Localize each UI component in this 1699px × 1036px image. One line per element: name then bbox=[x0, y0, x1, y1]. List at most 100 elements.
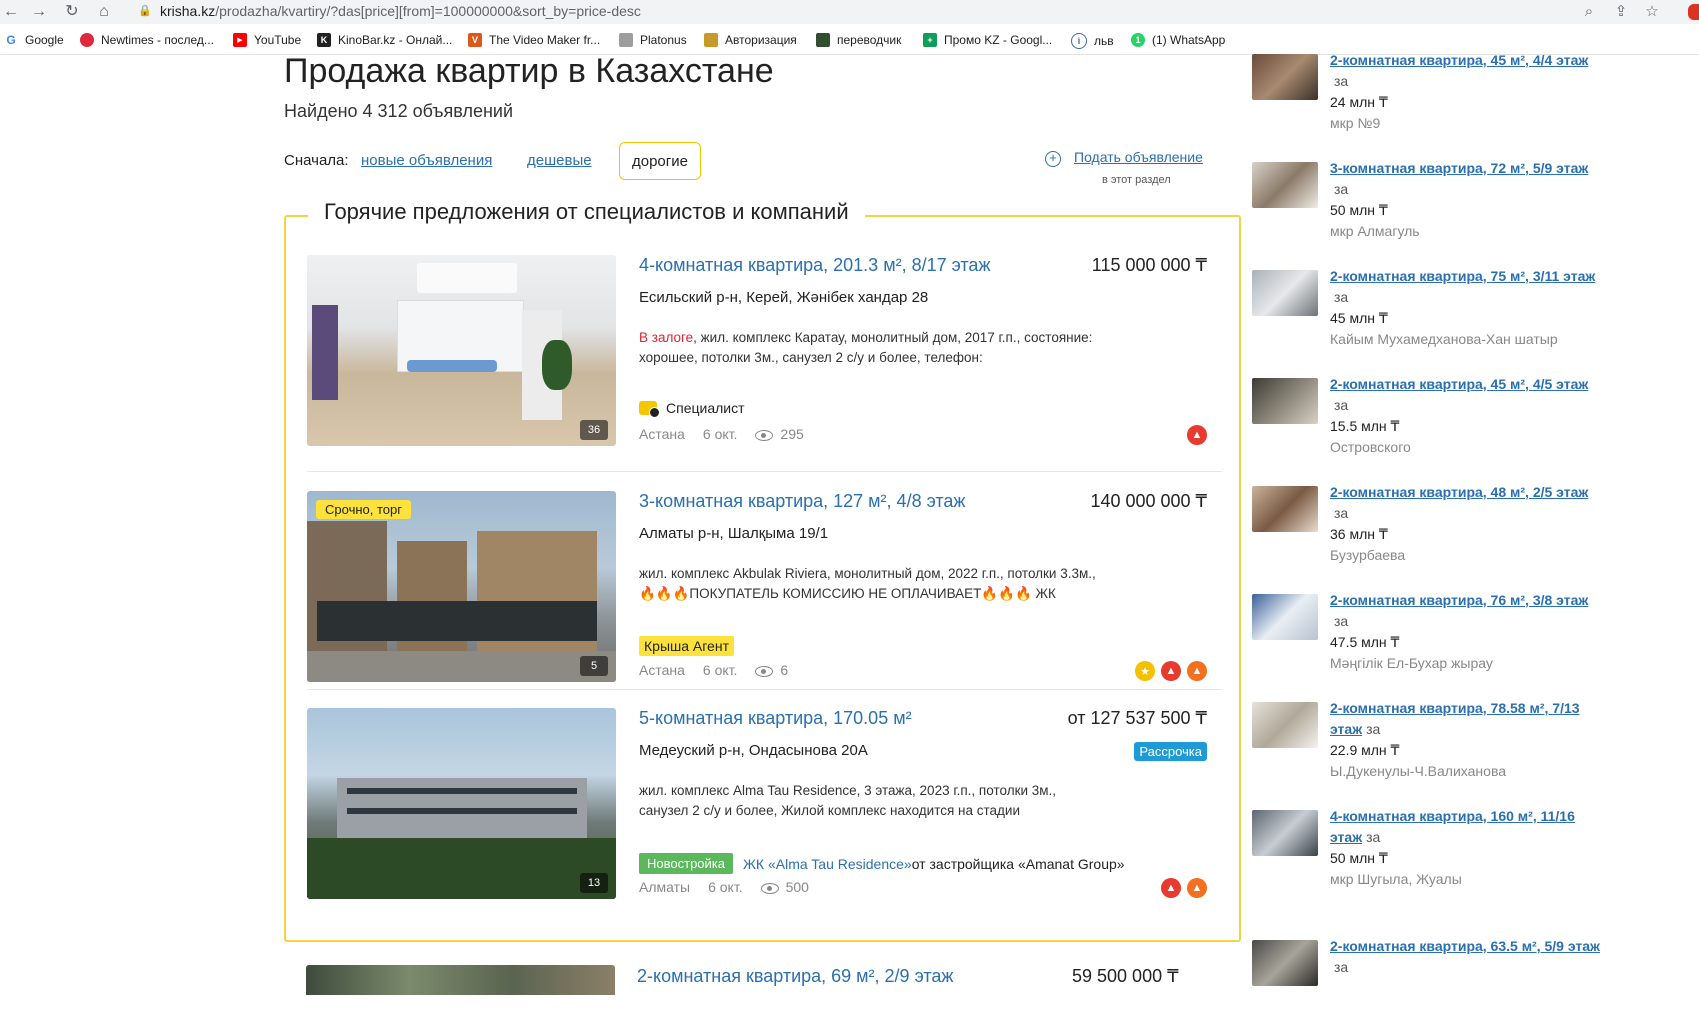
reload-icon[interactable]: ↻ bbox=[61, 1, 83, 23]
sidebar-location: Островского bbox=[1330, 439, 1411, 455]
listing-card[interactable]: 36 4-комнатная квартира, 201.3 м², 8/17 … bbox=[307, 255, 1222, 473]
sidebar-thumb[interactable] bbox=[1252, 594, 1318, 640]
sidebar-listing[interactable]: 2-комнатная квартира, 45 м², 4/4 этажза … bbox=[1252, 50, 1692, 150]
sidebar-location: мкр №9 bbox=[1330, 115, 1381, 131]
sheets-icon: + bbox=[923, 33, 937, 47]
sidebar-thumb[interactable] bbox=[1252, 810, 1318, 856]
sidebar-title[interactable]: 4-комнатная квартира, 160 м², 11/16 этаж… bbox=[1330, 806, 1600, 848]
sidebar-za: за bbox=[1334, 613, 1349, 629]
sidebar-title[interactable]: 2-комнатная квартира, 63.5 м², 5/9 этаж з… bbox=[1330, 936, 1600, 978]
bookmark-label: льв bbox=[1094, 34, 1114, 48]
listing-title[interactable]: 3-комнатная квартира, 127 м², 4/8 этаж bbox=[639, 491, 965, 512]
sort-expensive-active[interactable]: дорогие bbox=[619, 142, 701, 180]
sidebar-title[interactable]: 3-комнатная квартира, 72 м², 5/9 этаж за bbox=[1330, 158, 1600, 200]
hot-flame-icon: ▲ bbox=[1187, 425, 1207, 445]
sidebar-thumb[interactable] bbox=[1252, 486, 1318, 532]
sidebar-title[interactable]: 2-комнатная квартира, 45 м², 4/5 этаж за bbox=[1330, 374, 1600, 416]
new-building-badge: Новостройка bbox=[639, 853, 733, 874]
sidebar-thumb[interactable] bbox=[1252, 378, 1318, 424]
sidebar-za: за bbox=[1334, 289, 1349, 305]
similar-listings-sidebar: 2-комнатная квартира, 45 м², 4/4 этажза … bbox=[1252, 52, 1699, 986]
pledge-label: В залоге bbox=[639, 330, 694, 345]
sidebar-price: 22.9 млн ₸ bbox=[1330, 742, 1400, 758]
lv-icon: i bbox=[1071, 33, 1087, 49]
sidebar-listing[interactable]: 4-комнатная квартира, 160 м², 11/16 этаж… bbox=[1252, 806, 1692, 906]
complex-link[interactable]: ЖК «Alma Tau Residence» bbox=[743, 856, 912, 872]
sidebar-title[interactable]: 2-комнатная квартира, 75 м², 3/11 этаж за bbox=[1330, 266, 1600, 308]
eye-icon bbox=[755, 665, 774, 677]
post-ad-link[interactable]: Подать объявление bbox=[1074, 149, 1203, 165]
sidebar-listing[interactable]: 2-комнатная квартира, 78.58 м², 7/13 эта… bbox=[1252, 698, 1692, 798]
sidebar-listing[interactable]: 2-комнатная квартира, 45 м², 4/5 этажза … bbox=[1252, 374, 1692, 474]
listing-title[interactable]: 4-комнатная квартира, 201.3 м², 8/17 эта… bbox=[639, 255, 990, 276]
back-icon[interactable]: ← bbox=[0, 1, 22, 23]
sidebar-za: за bbox=[1366, 721, 1381, 737]
sidebar-title[interactable]: 2-комнатная квартира, 45 м², 4/4 этаж за bbox=[1330, 50, 1600, 92]
sidebar-title[interactable]: 2-комнатная квартира, 78.58 м², 7/13 эта… bbox=[1330, 698, 1600, 740]
listing-price: 59 500 000 ₸ bbox=[1072, 966, 1179, 986]
listing-card[interactable]: 13 5-комнатная квартира, 170.05 м² от 12… bbox=[307, 708, 1222, 926]
bookmark-videomaker[interactable]: V The Video Maker fr... bbox=[468, 33, 600, 47]
sidebar-title-text: 2-комнатная квартира, 63.5 м², 5/9 этаж bbox=[1330, 938, 1600, 954]
sidebar-title[interactable]: 2-комнатная квартира, 48 м², 2/5 этаж за bbox=[1330, 482, 1600, 524]
sidebar-location: мкр Алмагуль bbox=[1330, 223, 1420, 239]
installment-badge: Рассрочка bbox=[1134, 742, 1207, 761]
profile-icon[interactable] bbox=[1688, 4, 1699, 20]
sidebar-title[interactable]: 2-комнатная квартира, 76 м², 3/8 этаж за bbox=[1330, 590, 1600, 632]
bookmark-label: The Video Maker fr... bbox=[489, 33, 601, 47]
sidebar-listing[interactable]: 2-комнатная квартира, 63.5 м², 5/9 этаж з… bbox=[1252, 936, 1692, 1036]
sidebar-listing[interactable]: 2-комнатная квартира, 48 м², 2/5 этажза … bbox=[1252, 482, 1692, 582]
listing-date: 6 окт. bbox=[708, 879, 743, 895]
zoom-icon[interactable]: ⌕ bbox=[1578, 1, 1600, 23]
urgent-tag: Срочно, торг bbox=[316, 500, 411, 519]
browser-toolbar: ← → ↻ ⌂ 🔒 krisha.kz/prodazha/kvartiry/?d… bbox=[0, 0, 1699, 24]
lock-icon[interactable]: 🔒 bbox=[138, 4, 152, 17]
address-bar[interactable]: krisha.kz/prodazha/kvartiry/?das[price][… bbox=[160, 3, 641, 19]
bookmark-whatsapp[interactable]: 1 (1) WhatsApp bbox=[1131, 33, 1225, 47]
star-icon[interactable]: ☆ bbox=[1641, 1, 1663, 23]
home-icon[interactable]: ⌂ bbox=[93, 1, 115, 23]
listing-photo[interactable]: 36 bbox=[307, 255, 616, 446]
sidebar-thumb[interactable] bbox=[1252, 702, 1318, 748]
listing-title[interactable]: 5-комнатная квартира, 170.05 м² bbox=[639, 708, 912, 729]
whatsapp-icon: 1 bbox=[1131, 33, 1145, 47]
sidebar-price: 15.5 млн ₸ bbox=[1330, 418, 1400, 434]
sidebar-za: за bbox=[1334, 397, 1349, 413]
url-path: /prodazha/kvartiry/?das[price][from]=100… bbox=[215, 3, 641, 19]
agent-info: Специалист bbox=[639, 400, 745, 418]
listing-description: жил. комплекс Alma Tau Residence, 3 этаж… bbox=[639, 783, 1057, 818]
sort-new-link[interactable]: новые объявления bbox=[361, 152, 492, 169]
translator-icon bbox=[816, 33, 830, 47]
sort-cheap-link[interactable]: дешевые bbox=[527, 152, 592, 169]
listing-photo[interactable] bbox=[306, 965, 615, 995]
bookmark-translator[interactable]: переводчик bbox=[816, 33, 901, 47]
sidebar-thumb[interactable] bbox=[1252, 162, 1318, 208]
listing-title[interactable]: 2-комнатная квартира, 69 м², 2/9 этаж bbox=[637, 966, 953, 987]
add-circle-icon[interactable]: + bbox=[1045, 151, 1061, 167]
sidebar-price: 45 млн ₸ bbox=[1330, 310, 1388, 326]
bookmark-youtube[interactable]: ▶ YouTube bbox=[233, 33, 301, 47]
sidebar-thumb[interactable] bbox=[1252, 940, 1318, 986]
bookmark-kinobar[interactable]: K KinoBar.kz - Онлай... bbox=[317, 33, 452, 47]
sidebar-title-text: 2-комнатная квартира, 48 м², 2/5 этаж bbox=[1330, 484, 1589, 500]
listing-card[interactable]: Срочно, торг 5 3-комнатная квартира, 127… bbox=[307, 491, 1222, 709]
bookmark-promo[interactable]: + Промо KZ - Googl... bbox=[923, 33, 1052, 47]
listing-photo[interactable]: 13 bbox=[307, 708, 616, 899]
sidebar-thumb[interactable] bbox=[1252, 270, 1318, 316]
bookmark-newtimes[interactable]: Newtimes - послед... bbox=[80, 33, 214, 47]
bookmark-platonus[interactable]: Platonus bbox=[619, 33, 687, 47]
sidebar-listing[interactable]: 2-комнатная квартира, 75 м², 3/11 этаж за… bbox=[1252, 266, 1692, 366]
sidebar-za: за bbox=[1334, 959, 1349, 975]
bookmark-auth[interactable]: Авторизация bbox=[704, 33, 797, 47]
share-icon[interactable]: ⇪ bbox=[1610, 1, 1632, 23]
divider bbox=[307, 471, 1222, 472]
bookmark-google[interactable]: G Google bbox=[4, 33, 64, 47]
listing-address: Алматы р-н, Шалқыма 19/1 bbox=[639, 525, 829, 542]
forward-icon[interactable]: → bbox=[28, 1, 50, 23]
sidebar-thumb[interactable] bbox=[1252, 54, 1318, 100]
sidebar-listing[interactable]: 2-комнатная квартира, 76 м², 3/8 этажза … bbox=[1252, 590, 1692, 690]
bookmark-lv[interactable]: i льв bbox=[1071, 33, 1114, 49]
sidebar-listing[interactable]: 3-комнатная квартира, 72 м², 5/9 этажза … bbox=[1252, 158, 1692, 258]
listing-photo[interactable]: Срочно, торг 5 bbox=[307, 491, 616, 682]
listing-meta: Астана 6 окт. 295 bbox=[639, 426, 804, 442]
